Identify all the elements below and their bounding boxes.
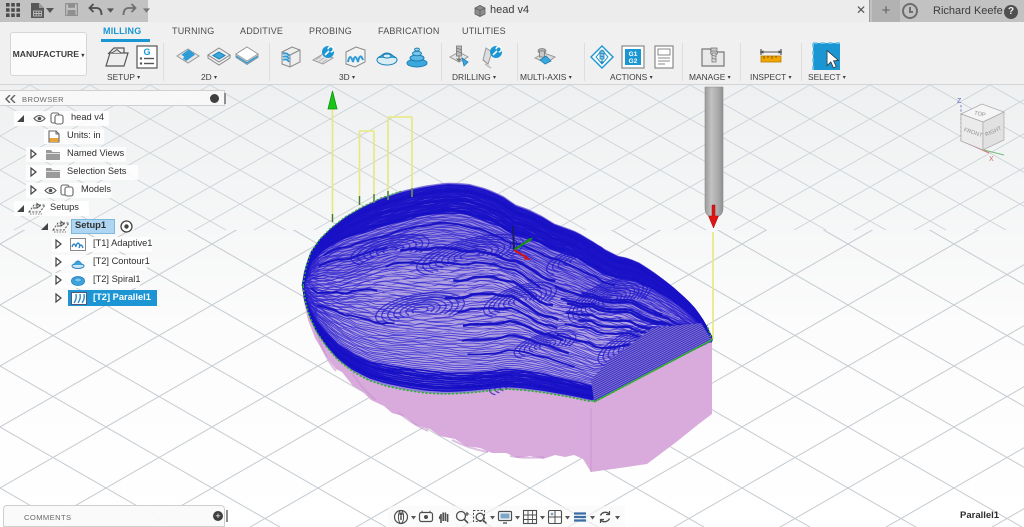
svg-text:X: X bbox=[989, 156, 994, 163]
svg-text:G1: G1 bbox=[629, 51, 638, 58]
svg-text:Z: Z bbox=[957, 98, 962, 105]
svg-text:G2: G2 bbox=[629, 58, 638, 65]
svg-text:G: G bbox=[143, 47, 150, 57]
